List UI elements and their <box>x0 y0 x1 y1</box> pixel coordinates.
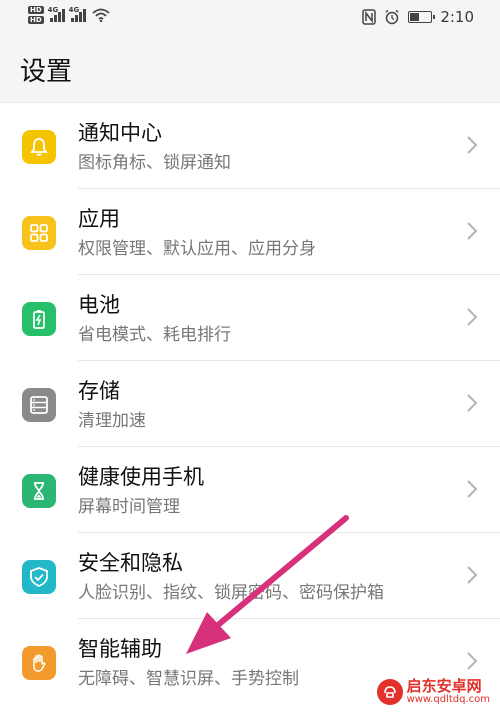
item-title: 通知中心 <box>78 121 162 145</box>
chevron-right-icon <box>467 308 478 326</box>
settings-item-security-privacy[interactable]: 安全和隐私 人脸识别、指纹、锁屏密码、密码保护箱 <box>0 533 500 619</box>
item-title: 安全和隐私 <box>78 551 183 575</box>
bell-icon <box>22 130 56 164</box>
item-title: 电池 <box>78 293 120 317</box>
hand-icon <box>22 646 56 680</box>
battery-icon <box>22 302 56 336</box>
nfc-icon <box>362 9 377 25</box>
header: 设置 <box>0 36 500 103</box>
settings-list: 通知中心 图标角标、锁屏通知 应用 权限管理、默认应用、应用分身 电池 省电模式… <box>0 103 500 705</box>
item-subtitle: 清理加速 <box>78 411 146 431</box>
network-type: 4G <box>68 5 80 14</box>
watermark-url: www.qdltdq.com <box>406 694 490 705</box>
chevron-right-icon <box>467 480 478 498</box>
alarm-icon <box>385 9 399 25</box>
apps-icon <box>22 216 56 250</box>
battery-status-icon <box>408 11 436 23</box>
hd-badges: HD HD <box>28 6 44 24</box>
item-subtitle: 省电模式、耗电排行 <box>78 325 231 345</box>
settings-item-storage[interactable]: 存储 清理加速 <box>0 361 500 447</box>
page-title: 设置 <box>20 57 73 87</box>
settings-item-apps[interactable]: 应用 权限管理、默认应用、应用分身 <box>0 189 500 275</box>
item-title: 应用 <box>78 207 120 231</box>
network-type: 4G <box>47 5 59 14</box>
chevron-right-icon <box>467 136 478 154</box>
hd-badge: HD <box>28 16 44 24</box>
item-title: 健康使用手机 <box>78 465 204 489</box>
wifi-icon <box>92 8 110 22</box>
settings-item-digital-balance[interactable]: 健康使用手机 屏幕时间管理 <box>0 447 500 533</box>
chevron-right-icon <box>467 394 478 412</box>
chevron-right-icon <box>467 652 478 670</box>
hd-badge: HD <box>28 6 44 14</box>
settings-item-notification-center[interactable]: 通知中心 图标角标、锁屏通知 <box>0 103 500 189</box>
storage-icon <box>22 388 56 422</box>
item-title: 存储 <box>78 379 120 403</box>
status-bar: HD HD 4G 4G 2:10 <box>0 0 500 36</box>
item-subtitle: 权限管理、默认应用、应用分身 <box>78 239 316 259</box>
shield-icon <box>22 560 56 594</box>
settings-item-battery[interactable]: 电池 省电模式、耗电排行 <box>0 275 500 361</box>
item-subtitle: 图标角标、锁屏通知 <box>78 153 231 173</box>
signal-icon: 4G <box>47 5 65 22</box>
item-title: 智能辅助 <box>78 637 162 661</box>
signal-icon: 4G <box>68 5 86 22</box>
chevron-right-icon <box>467 566 478 584</box>
watermark-text: 启东安卓网 <box>406 677 482 695</box>
watermark: 启东安卓网 www.qdltdq.com <box>372 676 494 707</box>
chevron-right-icon <box>467 222 478 240</box>
clock: 2:10 <box>440 8 474 26</box>
item-subtitle: 屏幕时间管理 <box>78 497 180 517</box>
hourglass-icon <box>22 474 56 508</box>
watermark-logo-icon <box>376 678 403 705</box>
item-subtitle: 人脸识别、指纹、锁屏密码、密码保护箱 <box>78 583 384 603</box>
